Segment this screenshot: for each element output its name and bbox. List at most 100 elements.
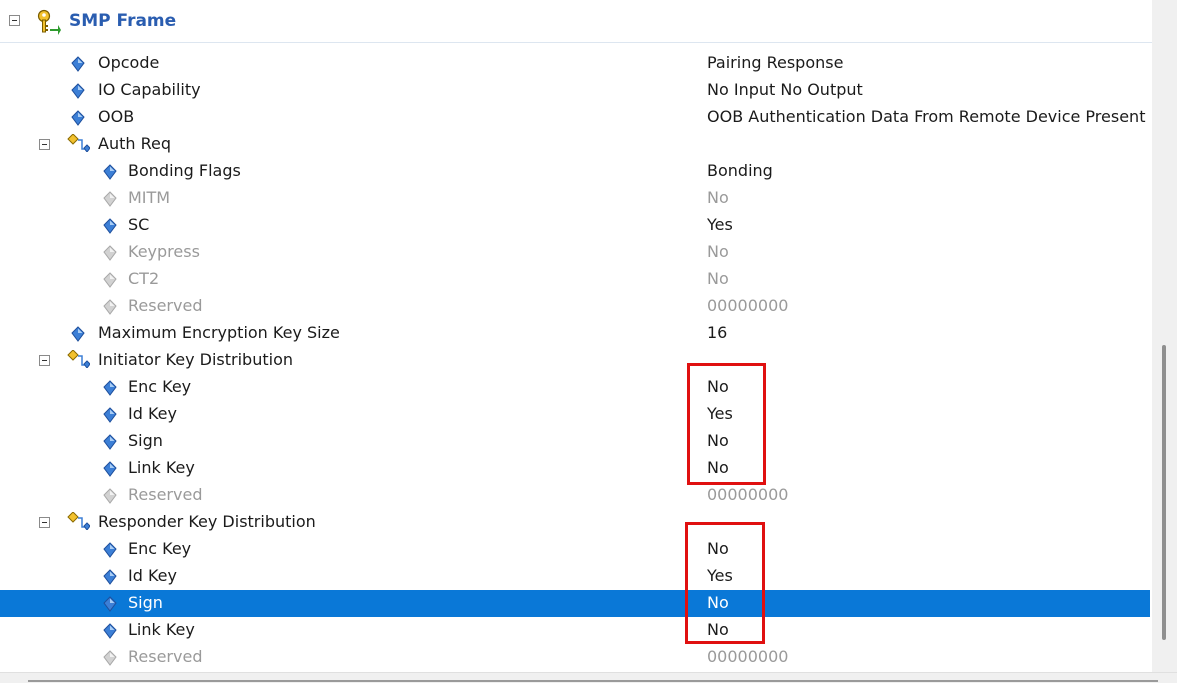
field-name: Reserved — [128, 296, 203, 315]
field-name: Link Key — [128, 620, 195, 639]
tree-group-auth-req[interactable]: Auth Req — [0, 131, 1150, 158]
collapse-minus-icon[interactable] — [39, 517, 50, 528]
field-name: Reserved — [128, 485, 203, 504]
tree-row-enc-key[interactable]: Enc Key No — [0, 374, 1150, 401]
tree-row-link-key[interactable]: Link Key No — [0, 455, 1150, 482]
field-diamond-icon — [70, 83, 86, 99]
field-value: No — [707, 620, 729, 639]
tree-row-maximum-encryption-key-size[interactable]: Maximum Encryption Key Size 16 — [0, 320, 1150, 347]
field-name: Initiator Key Distribution — [98, 350, 293, 369]
group-field-icon — [66, 511, 91, 531]
group-field-icon — [66, 349, 91, 369]
field-value: No — [707, 458, 729, 477]
tree-row-id-key[interactable]: Id Key Yes — [0, 563, 1150, 590]
field-name: Auth Req — [98, 134, 171, 153]
tree-row-keypress[interactable]: Keypress No — [0, 239, 1150, 266]
tree-row-mitm[interactable]: MITM No — [0, 185, 1150, 212]
field-value: No — [707, 242, 729, 261]
field-name: Bonding Flags — [128, 161, 241, 180]
field-value: 00000000 — [707, 485, 789, 504]
field-name: Id Key — [128, 566, 177, 585]
field-diamond-icon — [70, 110, 86, 126]
field-diamond-icon — [102, 191, 118, 207]
field-value: Yes — [707, 404, 733, 423]
collapse-minus-icon[interactable] — [9, 15, 20, 26]
collapse-minus-icon[interactable] — [39, 355, 50, 366]
field-value: OOB Authentication Data From Remote Devi… — [707, 107, 1146, 126]
tree-row-io-capability[interactable]: IO Capability No Input No Output — [0, 77, 1150, 104]
field-diamond-icon — [102, 596, 118, 612]
field-name: MITM — [128, 188, 171, 207]
field-name: Enc Key — [128, 539, 192, 558]
field-diamond-icon — [102, 245, 118, 261]
tree-row-sc[interactable]: SC Yes — [0, 212, 1150, 239]
frame-key-icon — [37, 9, 61, 35]
field-diamond-icon — [102, 434, 118, 450]
tree-group-responder-key-distribution[interactable]: Responder Key Distribution — [0, 509, 1150, 536]
field-value: Yes — [707, 566, 733, 585]
collapse-minus-icon[interactable] — [39, 139, 50, 150]
field-diamond-icon — [102, 569, 118, 585]
field-diamond-icon — [102, 542, 118, 558]
tree-row-reserved[interactable]: Reserved 00000000 — [0, 644, 1150, 671]
field-diamond-icon — [102, 461, 118, 477]
field-value: No — [707, 431, 729, 450]
field-name: Reserved — [128, 647, 203, 666]
field-name: Sign — [128, 593, 163, 612]
field-name: IO Capability — [98, 80, 201, 99]
field-diamond-icon — [102, 272, 118, 288]
tree-row-sign[interactable]: Sign No — [0, 590, 1150, 617]
field-value: 16 — [707, 323, 728, 342]
field-value: 00000000 — [707, 647, 789, 666]
field-diamond-icon — [102, 488, 118, 504]
tree-row-reserved[interactable]: Reserved 00000000 — [0, 293, 1150, 320]
field-name: Maximum Encryption Key Size — [98, 323, 340, 342]
field-value: No — [707, 593, 729, 612]
tree-row-link-key[interactable]: Link Key No — [0, 617, 1150, 644]
tree-row-opcode[interactable]: Opcode Pairing Response — [0, 50, 1150, 77]
field-value: No — [707, 539, 729, 558]
field-name: Sign — [128, 431, 163, 450]
field-name: Id Key — [128, 404, 177, 423]
field-diamond-icon — [102, 623, 118, 639]
field-value: No — [707, 377, 729, 396]
field-diamond-icon — [102, 218, 118, 234]
field-diamond-icon — [102, 299, 118, 315]
group-field-icon — [66, 133, 91, 153]
field-value: Pairing Response — [707, 53, 844, 72]
field-diamond-icon — [70, 326, 86, 342]
field-value: Bonding — [707, 161, 773, 180]
tree-row-bonding-flags[interactable]: Bonding Flags Bonding — [0, 158, 1150, 185]
field-name: Enc Key — [128, 377, 192, 396]
tree-row-id-key[interactable]: Id Key Yes — [0, 401, 1150, 428]
tree-row-reserved[interactable]: Reserved 00000000 — [0, 482, 1150, 509]
field-diamond-icon — [102, 650, 118, 666]
field-value: No Input No Output — [707, 80, 863, 99]
field-value: 00000000 — [707, 296, 789, 315]
field-value: No — [707, 188, 729, 207]
field-value: Yes — [707, 215, 733, 234]
field-diamond-icon — [102, 380, 118, 396]
field-name: Link Key — [128, 458, 195, 477]
vertical-scrollbar-thumb[interactable] — [1162, 345, 1166, 640]
field-diamond-icon — [102, 407, 118, 423]
tree-group-initiator-key-distribution[interactable]: Initiator Key Distribution — [0, 347, 1150, 374]
field-diamond-icon — [70, 56, 86, 72]
field-name: Opcode — [98, 53, 160, 72]
smp-frame-header[interactable]: SMP Frame — [0, 0, 1152, 43]
frame-title: SMP Frame — [69, 11, 177, 31]
tree-row-oob[interactable]: OOB OOB Authentication Data From Remote D… — [0, 104, 1150, 131]
field-value: No — [707, 269, 729, 288]
vertical-scrollbar[interactable] — [1152, 0, 1177, 672]
field-name: Keypress — [128, 242, 200, 261]
field-diamond-icon — [102, 164, 118, 180]
field-name: SC — [128, 215, 150, 234]
field-name: Responder Key Distribution — [98, 512, 316, 531]
tree-row-enc-key[interactable]: Enc Key No — [0, 536, 1150, 563]
field-name: CT2 — [128, 269, 160, 288]
tree-row-sign[interactable]: Sign No — [0, 428, 1150, 455]
frame-details-tree[interactable]: SMP Frame Opcode Pairing Response IO Capab… — [0, 0, 1152, 672]
field-name: OOB — [98, 107, 135, 126]
tree-row-ct2[interactable]: CT2 No — [0, 266, 1150, 293]
horizontal-scrollbar[interactable] — [0, 672, 1177, 683]
